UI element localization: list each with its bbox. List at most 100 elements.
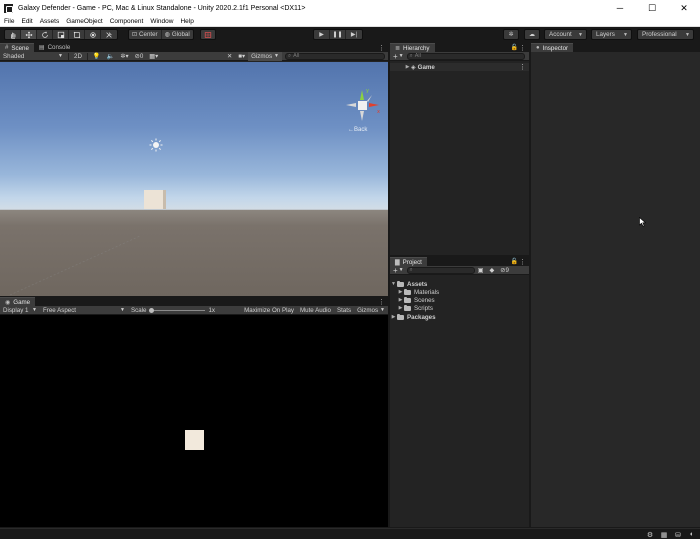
divider	[68, 52, 69, 60]
game-viewport[interactable]	[0, 316, 388, 527]
scene-cube[interactable]	[144, 190, 166, 209]
maximize-on-play-toggle[interactable]: Maximize On Play	[241, 306, 297, 315]
cache-server-icon[interactable]: ⛁	[674, 531, 682, 539]
tree-item-scripts[interactable]: ▶ Scripts	[390, 304, 529, 312]
rotate-icon	[41, 31, 48, 38]
more-menu-icon[interactable]: ⋮	[378, 43, 385, 52]
tree-item-assets[interactable]: ▼ Assets	[390, 280, 529, 288]
tools-dropdown[interactable]: ✕	[224, 52, 235, 61]
transform-tool-button[interactable]	[85, 30, 101, 39]
hand-tool-button[interactable]	[5, 30, 21, 39]
sun-icon[interactable]	[149, 138, 163, 152]
scene-search-input[interactable]: ⌕ All	[285, 52, 385, 60]
cloud-group: ☁	[524, 29, 540, 40]
scene-orientation-gizmo[interactable]: y x ←Back	[343, 86, 383, 134]
minimize-button[interactable]: ─	[604, 0, 636, 16]
project-search-input[interactable]: ⌕	[406, 266, 475, 274]
progress-icon[interactable]: ⚙	[646, 531, 654, 539]
tree-item-packages[interactable]: ▶ Packages	[390, 313, 529, 321]
aspect-dropdown[interactable]: Free Aspect ▼	[40, 306, 128, 315]
more-menu-icon[interactable]: ⋮	[519, 63, 526, 71]
collab-status-icon[interactable]: ▦	[660, 531, 668, 539]
pivot-center-toggle[interactable]: ⊡ Center	[129, 30, 162, 39]
rect-tool-button[interactable]	[69, 30, 85, 39]
layout-dropdown[interactable]: Professional ▼	[637, 29, 694, 40]
expand-arrow-icon[interactable]: ▶	[397, 305, 404, 311]
auto-generate-lighting-icon[interactable]: ◐	[688, 531, 696, 538]
shading-mode-dropdown[interactable]: Shaded ▼	[0, 52, 66, 61]
hierarchy-search-input[interactable]: ⌕ All	[406, 52, 525, 60]
tree-item-scenes[interactable]: ▶ Scenes	[390, 296, 529, 304]
create-dropdown[interactable]: + ▼	[390, 52, 407, 61]
scale-tool-button[interactable]	[53, 30, 69, 39]
expand-arrow-icon[interactable]: ▶	[404, 64, 411, 70]
layers-dropdown[interactable]: Layers ▼	[591, 29, 632, 40]
chevron-down-icon: ▼	[398, 267, 404, 273]
close-button[interactable]: ✕	[668, 0, 700, 16]
game-gizmos-dropdown[interactable]: Gizmos ▼	[354, 306, 388, 315]
play-button[interactable]: ▶	[314, 30, 330, 39]
pivot-toggles: ⊡ Center ◍ Global	[128, 29, 194, 40]
search-by-type-button[interactable]: ▣	[475, 266, 487, 275]
menu-window[interactable]: Window	[146, 18, 176, 25]
collab-icon: ✲	[508, 32, 514, 38]
camera-dropdown[interactable]: ■▾	[235, 52, 248, 61]
step-button[interactable]: ▶|	[346, 30, 362, 39]
pause-icon: ❚❚	[332, 32, 343, 38]
scale-slider-thumb[interactable]	[149, 307, 155, 313]
space-global-toggle[interactable]: ◍ Global	[162, 30, 193, 39]
expand-arrow-icon[interactable]: ▶	[390, 314, 397, 320]
menu-gameobject[interactable]: GameObject	[62, 18, 106, 25]
audio-toggle[interactable]: 🔈	[104, 52, 118, 61]
grid-snap-button[interactable]	[201, 30, 215, 39]
chevron-down-icon: ▼	[685, 31, 690, 38]
effects-dropdown[interactable]: ✲▾	[117, 52, 131, 61]
account-dropdown[interactable]: Account ▼	[544, 29, 587, 40]
expand-arrow-icon[interactable]: ▶	[397, 289, 404, 295]
pivot-center-label: Center	[139, 31, 158, 38]
menu-edit[interactable]: Edit	[17, 18, 35, 25]
hidden-packages-toggle[interactable]: ⊘ 9	[497, 266, 512, 275]
filter-icon: ▣	[477, 266, 484, 274]
tree-item-materials[interactable]: ▶ Materials	[390, 288, 529, 296]
pause-button[interactable]: ❚❚	[330, 30, 346, 39]
step-icon: ▶|	[350, 32, 358, 38]
mute-audio-toggle[interactable]: Mute Audio	[297, 306, 334, 315]
scene-viewport[interactable]: y x ←Back	[0, 62, 388, 296]
gizmos-dropdown[interactable]: Gizmos ▼	[248, 51, 282, 61]
scale-slider[interactable]	[149, 307, 206, 314]
hidden-count: 0	[139, 52, 144, 60]
cloud-icon: ☁	[529, 32, 535, 38]
menu-component[interactable]: Component	[106, 18, 147, 25]
menu-file[interactable]: File	[0, 18, 17, 25]
cloud-button[interactable]: ☁	[525, 30, 539, 39]
tab-inspector[interactable]: ● Inspector	[531, 43, 574, 52]
more-menu-icon[interactable]: ⋮	[519, 43, 526, 52]
search-by-label-button[interactable]: ◆	[486, 266, 497, 275]
scene-search-placeholder: All	[293, 53, 300, 59]
search-icon: ⌕	[288, 52, 292, 59]
create-asset-dropdown[interactable]: + ▼	[390, 266, 407, 275]
lock-icon[interactable]: 🔓	[511, 43, 518, 52]
2d-toggle[interactable]: 2D	[71, 52, 85, 61]
stats-toggle[interactable]: Stats	[334, 306, 354, 315]
menu-help[interactable]: Help	[176, 18, 196, 25]
grid-toggle[interactable]: ▦▾	[146, 52, 161, 61]
expand-arrow-icon[interactable]: ▶	[397, 297, 404, 303]
menu-assets[interactable]: Assets	[36, 18, 63, 25]
display-dropdown[interactable]: Display 1 ▼	[0, 306, 40, 315]
scene-root-row[interactable]: ▶ ◈ Game ⋮	[390, 63, 529, 71]
tree-item-assets-label: Assets	[407, 280, 428, 288]
tab-hierarchy-label: Hierarchy	[403, 44, 430, 52]
rotate-tool-button[interactable]	[37, 30, 53, 39]
maximize-button[interactable]: ☐	[636, 0, 668, 16]
collab-button[interactable]: ✲	[504, 30, 518, 39]
custom-tool-button[interactable]	[101, 30, 117, 39]
chevron-down-icon: ▼	[578, 31, 583, 38]
hierarchy-panel: ≣ Hierarchy 🔓 ⋮ + ▼ ⌕ All ▶ ◈ Game ⋮	[390, 43, 529, 255]
more-menu-icon[interactable]: ⋮	[519, 257, 526, 266]
collapse-arrow-icon[interactable]: ▼	[390, 281, 397, 287]
move-tool-button[interactable]	[21, 30, 37, 39]
hidden-objects-toggle[interactable]: ⊘ 0	[132, 52, 147, 61]
lighting-toggle[interactable]: 💡	[90, 52, 104, 61]
